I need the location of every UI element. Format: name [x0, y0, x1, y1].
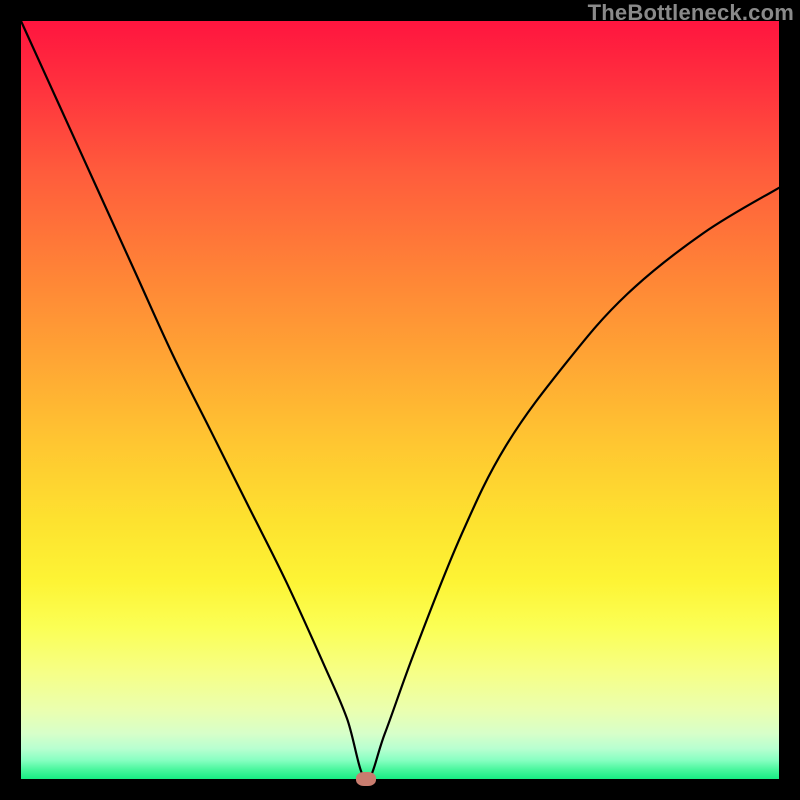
- bottleneck-curve: [0, 0, 800, 800]
- optimal-marker: [356, 772, 376, 786]
- watermark-text: TheBottleneck.com: [588, 0, 794, 26]
